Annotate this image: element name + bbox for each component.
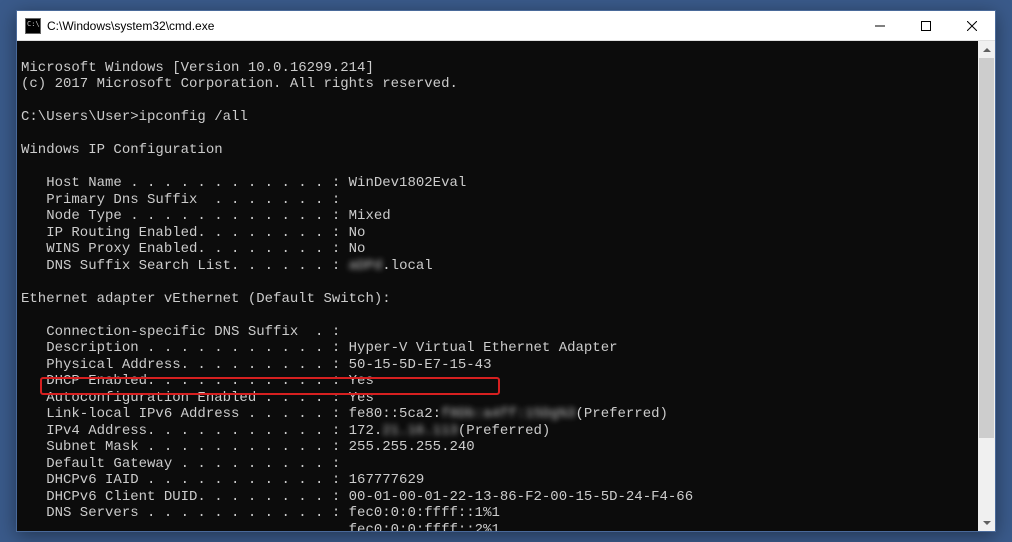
text-line: Primary Dns Suffix . . . . . . . : [21,192,340,208]
text-line: WINS Proxy Enabled. . . . . . . . : No [21,241,365,257]
text-line: Description . . . . . . . . . . . : Hype… [21,340,618,356]
prompt-command: ipconfig /all [139,109,248,125]
chevron-up-icon [983,48,991,52]
label: IPv4 Address. . . . . . . . . . . : 172. [21,423,382,439]
section-header: Windows IP Configuration [21,142,223,158]
text-line: Microsoft Windows [Version 10.0.16299.21… [21,60,374,76]
label: (Preferred) [458,423,550,439]
text-line: DHCPv6 Client DUID. . . . . . . . : 00-0… [21,489,693,505]
maximize-button[interactable] [903,11,949,40]
text-line: Node Type . . . . . . . . . . . . : Mixe… [21,208,391,224]
text-line: IPv4 Address. . . . . . . . . . . : 172.… [21,423,550,439]
vertical-scrollbar[interactable] [978,41,995,531]
console-area: Microsoft Windows [Version 10.0.16299.21… [17,41,995,531]
close-icon [967,21,977,31]
cmd-window: C:\Windows\system32\cmd.exe Microsoft Wi… [16,10,996,532]
text-line: DHCP Enabled. . . . . . . . . . . : Yes [21,373,374,389]
text-line: Default Gateway . . . . . . . . . : [21,456,340,472]
text-line: (c) 2017 Microsoft Corporation. All righ… [21,76,458,92]
label: Link-local IPv6 Address . . . . . : fe80… [21,406,441,422]
text-line: Autoconfiguration Enabled . . . . : Yes [21,390,374,406]
titlebar[interactable]: C:\Windows\system32\cmd.exe [17,11,995,41]
console-output[interactable]: Microsoft Windows [Version 10.0.16299.21… [17,41,978,531]
text-line: DNS Suffix Search List. . . . . . : aDPd… [21,258,433,274]
text-line: DNS Servers . . . . . . . . . . . : fec0… [21,505,500,521]
text-line: Host Name . . . . . . . . . . . . : WinD… [21,175,466,191]
text-line: Subnet Mask . . . . . . . . . . . : 255.… [21,439,475,455]
text-line: DHCPv6 IAID . . . . . . . . . . . : 1677… [21,472,424,488]
close-button[interactable] [949,11,995,40]
label: DNS Suffix Search List. . . . . . : [21,258,349,274]
minimize-icon [875,21,885,31]
scrollbar-thumb[interactable] [979,58,994,438]
text-line: Link-local IPv6 Address . . . . . : fe80… [21,406,668,422]
redacted-text: 21.16.113 [382,423,458,439]
window-title: C:\Windows\system32\cmd.exe [47,19,857,33]
label: .local [382,258,432,274]
cmd-icon [25,18,41,34]
physical-address-line: Physical Address. . . . . . . . . : 50-1… [21,357,491,373]
minimize-button[interactable] [857,11,903,40]
text-line: IP Routing Enabled. . . . . . . . : No [21,225,365,241]
prompt-path: C:\Users\User> [21,109,139,125]
window-controls [857,11,995,40]
text-line: fec0:0:0:ffff::2%1 [21,522,500,532]
maximize-icon [921,21,931,31]
chevron-down-icon [983,521,991,525]
prompt-line: C:\Users\User>ipconfig /all [21,109,248,125]
label: (Preferred) [576,406,668,422]
redacted-text: f8Db:a4ff:15Dg%3 [441,406,575,422]
redacted-text: aDPd [349,258,383,274]
adapter-header: Ethernet adapter vEthernet (Default Swit… [21,291,391,307]
text-line: Connection-specific DNS Suffix . : [21,324,340,340]
scroll-down-button[interactable] [978,514,995,531]
scroll-up-button[interactable] [978,41,995,58]
